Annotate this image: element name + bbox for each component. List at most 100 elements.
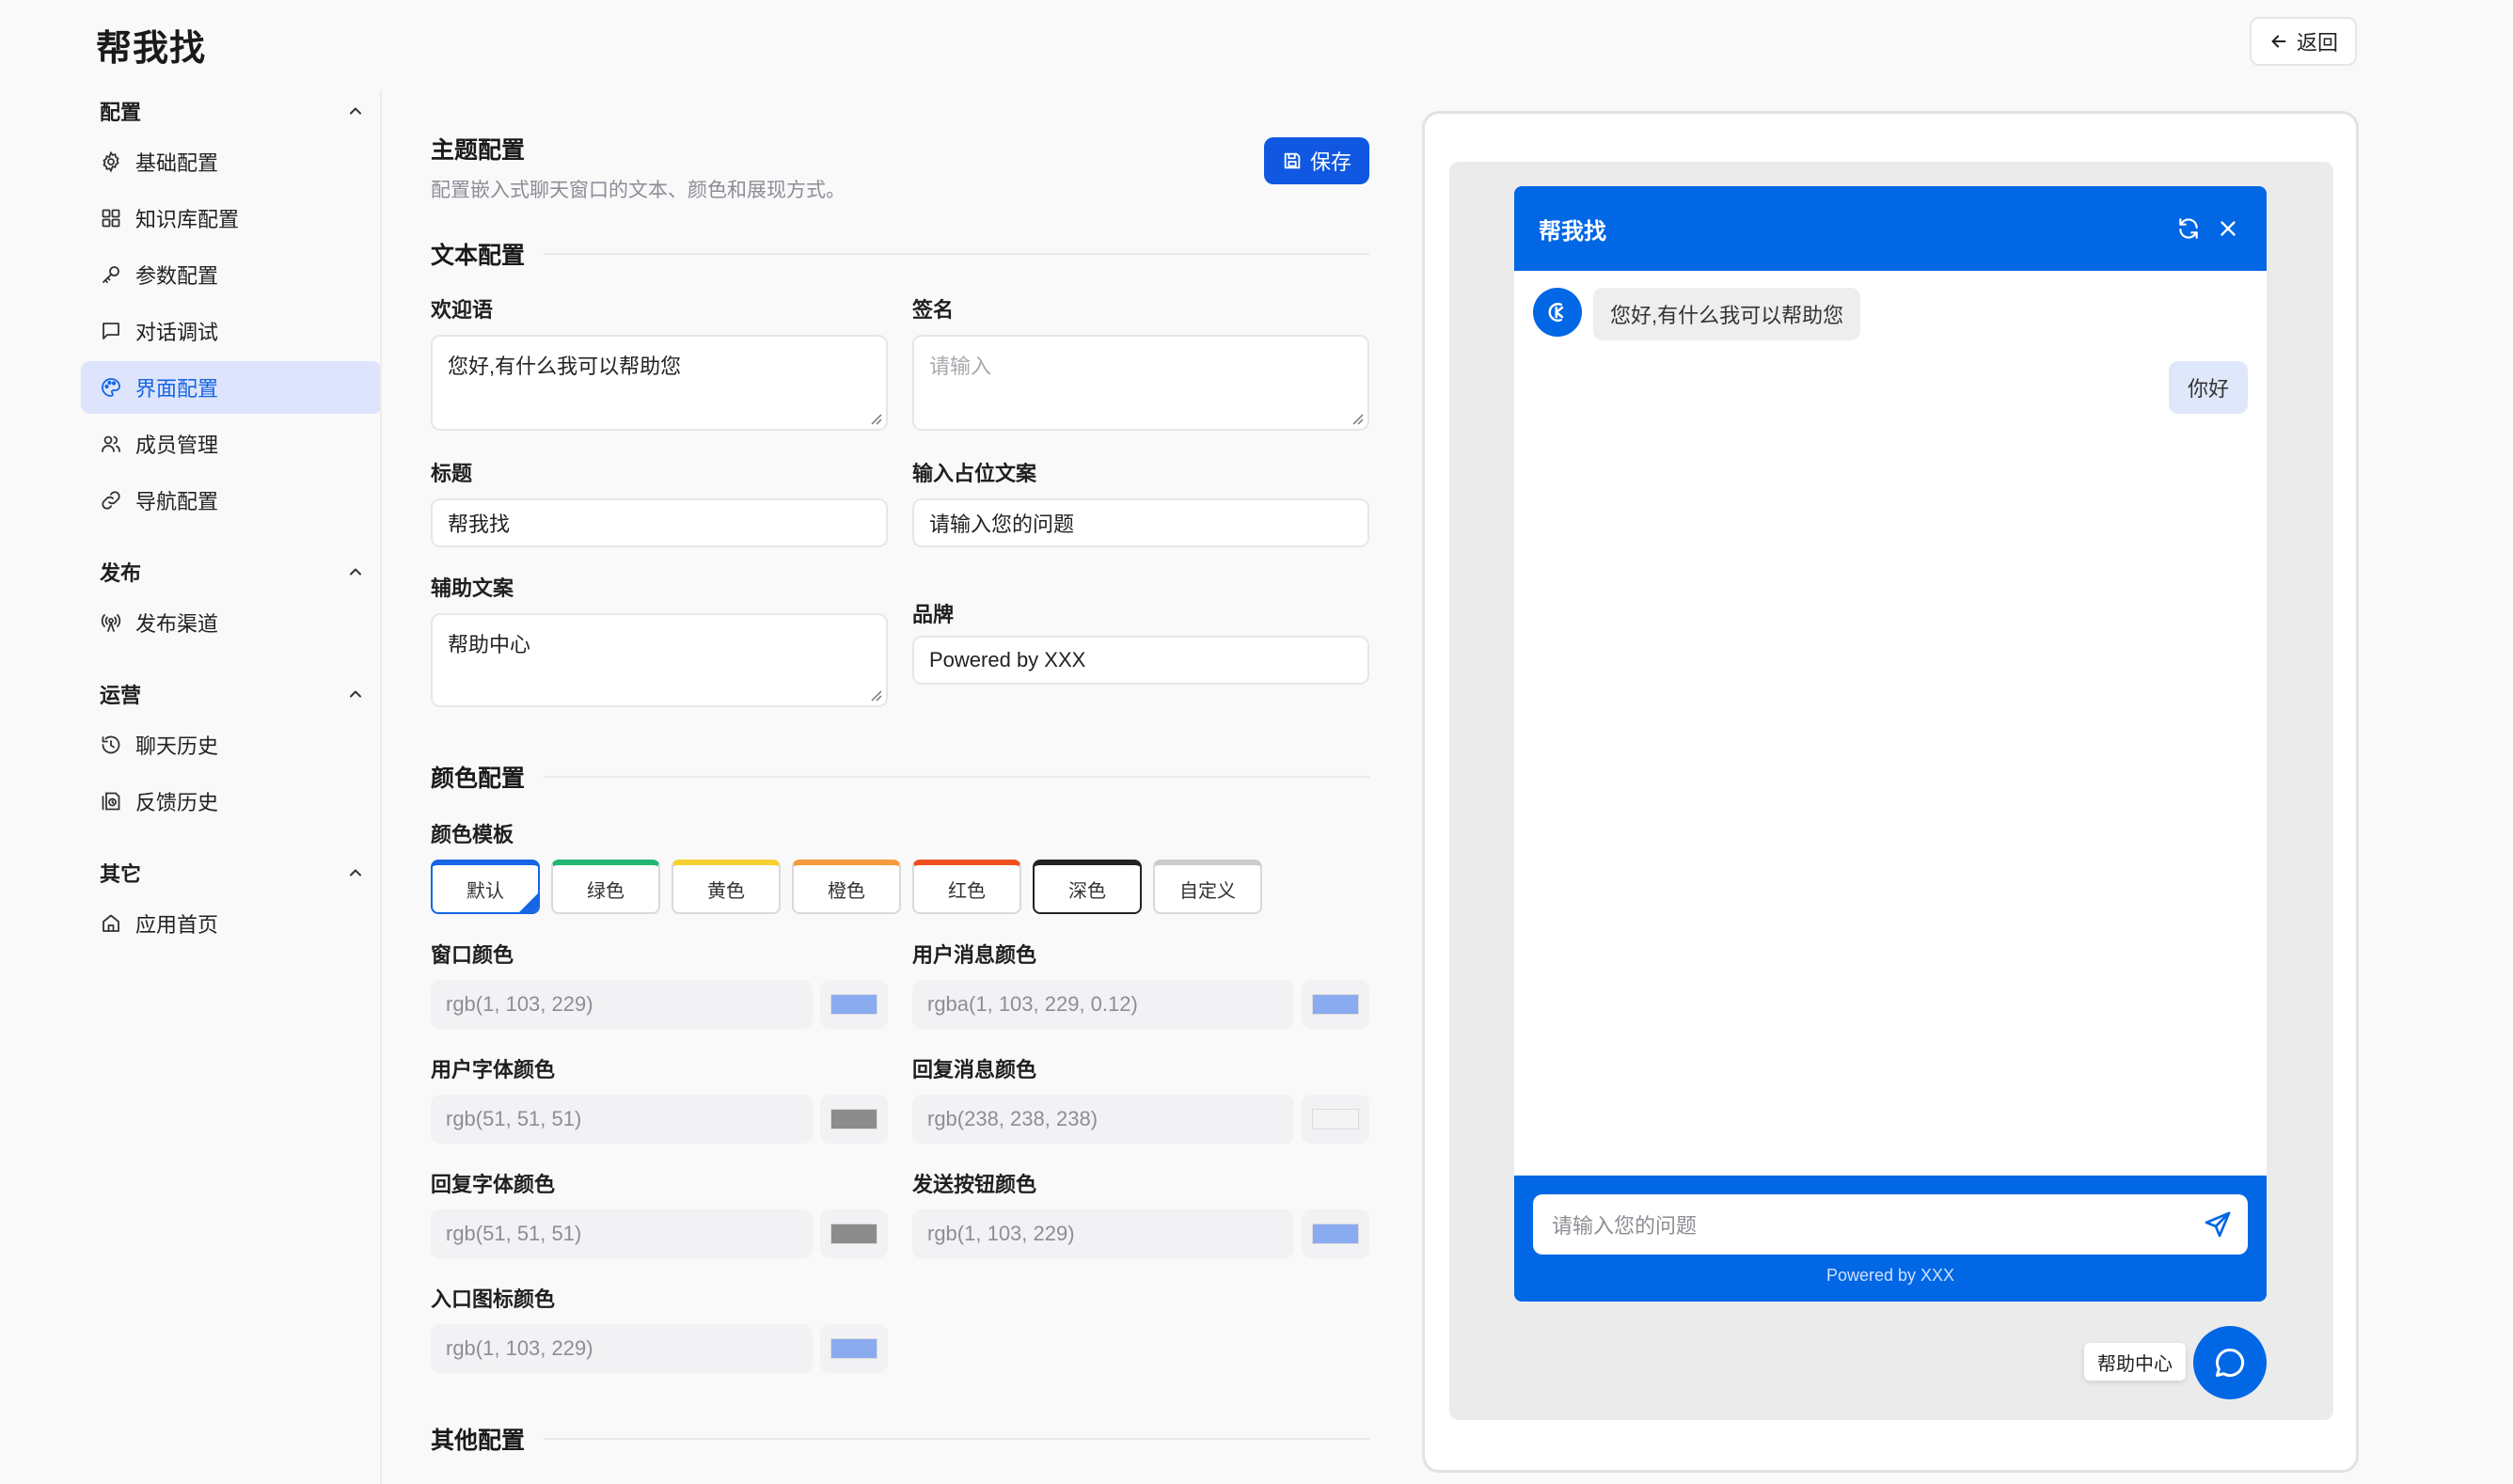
sidebar-item-ui-config[interactable]: 界面配置 [81, 361, 382, 414]
back-button[interactable]: 返回 [2250, 17, 2357, 66]
sidebar-group-title: 其它 [100, 862, 142, 886]
sidebar-item-nav-config[interactable]: 导航配置 [81, 474, 382, 527]
gear-icon [103, 150, 119, 173]
template-green[interactable]: 绿色 [551, 860, 660, 914]
resize-grip-icon[interactable] [1349, 410, 1364, 425]
chat-window-preview: 帮我找 您好,有什么我可以帮助您 你好 请输入您的问题 Powered by X… [1514, 186, 2267, 1302]
history-icon [102, 735, 120, 754]
send-icon[interactable] [2203, 1209, 2233, 1239]
color-swatch [830, 994, 877, 1015]
send-btn-color-picker[interactable] [1302, 1209, 1369, 1258]
user-font-color-picker[interactable] [820, 1095, 888, 1144]
sidebar-item-chat-history[interactable]: 聊天历史 [81, 718, 382, 771]
input-placeholder-value: 请输入您的问题 [929, 513, 1075, 536]
title-input[interactable]: 帮我找 [431, 498, 888, 547]
template-dark[interactable]: 深色 [1033, 860, 1142, 914]
send-btn-color-input[interactable]: rgb(1, 103, 229) [912, 1209, 1294, 1258]
page-subtitle: 配置嵌入式聊天窗口的文本、颜色和展现方式。 [431, 180, 846, 201]
sidebar-group-publish: 发布 发布渠道 [81, 551, 382, 649]
sidebar-group-header[interactable]: 发布 [81, 551, 382, 592]
color-swatch [1312, 1224, 1359, 1244]
color-config-heading: 颜色配置 [431, 760, 1369, 794]
resize-grip-icon[interactable] [867, 410, 882, 425]
refresh-icon[interactable] [2176, 216, 2201, 241]
link-icon [102, 491, 120, 510]
broadcast-icon [101, 614, 121, 632]
user-msg-color-picker[interactable] [1302, 980, 1369, 1029]
title-label: 标题 [431, 462, 473, 485]
entry-icon-color-input[interactable]: rgb(1, 103, 229) [431, 1324, 813, 1373]
user-font-color-input[interactable]: rgb(51, 51, 51) [431, 1095, 813, 1144]
template-label: 红色 [948, 880, 986, 902]
brand-input[interactable]: Powered by XXX [912, 636, 1369, 685]
sidebar-item-chat-debug[interactable]: 对话调试 [81, 305, 382, 357]
palette-icon [102, 378, 120, 397]
sidebar: 配置 基础配置 知识库配置 参数配置 对话调试 界面配置 成员管理 导航配置 发… [81, 90, 382, 1484]
entry-icon-color-picker[interactable] [820, 1324, 888, 1373]
color-value: rgb(238, 238, 238) [927, 1107, 1098, 1130]
chat-input[interactable]: 请输入您的问题 [1533, 1194, 2248, 1255]
sidebar-item-app-home[interactable]: 应用首页 [81, 897, 382, 950]
sidebar-item-basic-config[interactable]: 基础配置 [81, 135, 382, 188]
brand-text: Powered by XXX [1825, 1266, 1955, 1285]
sidebar-item-label: 聊天历史 [135, 734, 219, 758]
signature-textarea[interactable]: 请输入 [912, 335, 1369, 431]
brand-label: 品牌 [912, 603, 955, 626]
template-custom[interactable]: 自定义 [1153, 860, 1262, 914]
input-placeholder-input[interactable]: 请输入您的问题 [912, 498, 1369, 547]
sidebar-group-title: 配置 [100, 101, 142, 124]
sidebar-item-label: 反馈历史 [135, 791, 219, 814]
chat-launcher-button[interactable] [2193, 1326, 2267, 1399]
sidebar-group-title: 发布 [100, 561, 142, 585]
sidebar-item-label: 对话调试 [135, 321, 219, 344]
window-color-label: 窗口颜色 [431, 943, 514, 967]
template-label: 橙色 [828, 880, 865, 902]
chat-footer: 请输入您的问题 Powered by XXX [1514, 1176, 2267, 1302]
chevron-up-icon [350, 107, 361, 115]
close-icon[interactable] [2216, 216, 2240, 241]
resize-grip-icon[interactable] [867, 687, 882, 702]
reply-msg-color-picker[interactable] [1302, 1095, 1369, 1144]
sidebar-item-feedback-history[interactable]: 反馈历史 [81, 775, 382, 828]
save-button[interactable]: 保存 [1264, 137, 1369, 184]
sidebar-item-label: 导航配置 [135, 490, 219, 513]
bot-avatar [1533, 288, 1582, 337]
save-icon [1284, 152, 1301, 169]
color-swatch [830, 1338, 877, 1359]
template-orange[interactable]: 橙色 [792, 860, 901, 914]
sidebar-group-header[interactable]: 其它 [81, 852, 382, 893]
color-value: rgb(1, 103, 229) [927, 1222, 1075, 1245]
template-label: 默认 [466, 880, 504, 902]
grid-icon [102, 209, 120, 228]
bot-logo-icon [1548, 303, 1564, 322]
reply-font-color-picker[interactable] [820, 1209, 888, 1258]
color-value: rgb(1, 103, 229) [446, 1336, 593, 1360]
sidebar-item-knowledge-config[interactable]: 知识库配置 [81, 192, 382, 245]
user-msg-color-input[interactable]: rgba(1, 103, 229, 0.12) [912, 980, 1294, 1029]
sidebar-item-members[interactable]: 成员管理 [81, 418, 382, 470]
sidebar-group-header[interactable]: 运营 [81, 673, 382, 715]
color-value: rgba(1, 103, 229, 0.12) [927, 992, 1138, 1016]
chat-bubble-icon [2216, 1348, 2245, 1377]
color-template-label: 颜色模板 [431, 823, 514, 846]
sidebar-item-param-config[interactable]: 参数配置 [81, 248, 382, 301]
sidebar-group-header[interactable]: 配置 [81, 90, 382, 132]
template-red[interactable]: 红色 [912, 860, 1021, 914]
help-center-tag[interactable]: 帮助中心 [2084, 1343, 2186, 1381]
user-font-color-label: 用户字体颜色 [431, 1058, 556, 1081]
aux-text-textarea[interactable]: 帮助中心 [431, 613, 888, 707]
chat-input-placeholder: 请输入您的问题 [1552, 1214, 1698, 1238]
reply-font-color-input[interactable]: rgb(51, 51, 51) [431, 1209, 813, 1258]
template-yellow[interactable]: 黄色 [672, 860, 781, 914]
color-swatch [1312, 1109, 1359, 1129]
message-square-icon [103, 323, 119, 339]
user-message-bubble: 你好 [2168, 361, 2248, 414]
window-color-picker[interactable] [820, 980, 888, 1029]
template-default[interactable]: 默认 [431, 860, 540, 914]
sidebar-item-publish-channel[interactable]: 发布渠道 [81, 596, 382, 649]
reply-msg-color-input[interactable]: rgb(238, 238, 238) [912, 1095, 1294, 1144]
color-template-group: 默认 绿色 黄色 橙色 红色 深色 自定义 [431, 860, 1369, 914]
welcome-textarea[interactable]: 您好,有什么我可以帮助您 [431, 335, 888, 431]
home-icon [103, 914, 119, 932]
window-color-input[interactable]: rgb(1, 103, 229) [431, 980, 813, 1029]
